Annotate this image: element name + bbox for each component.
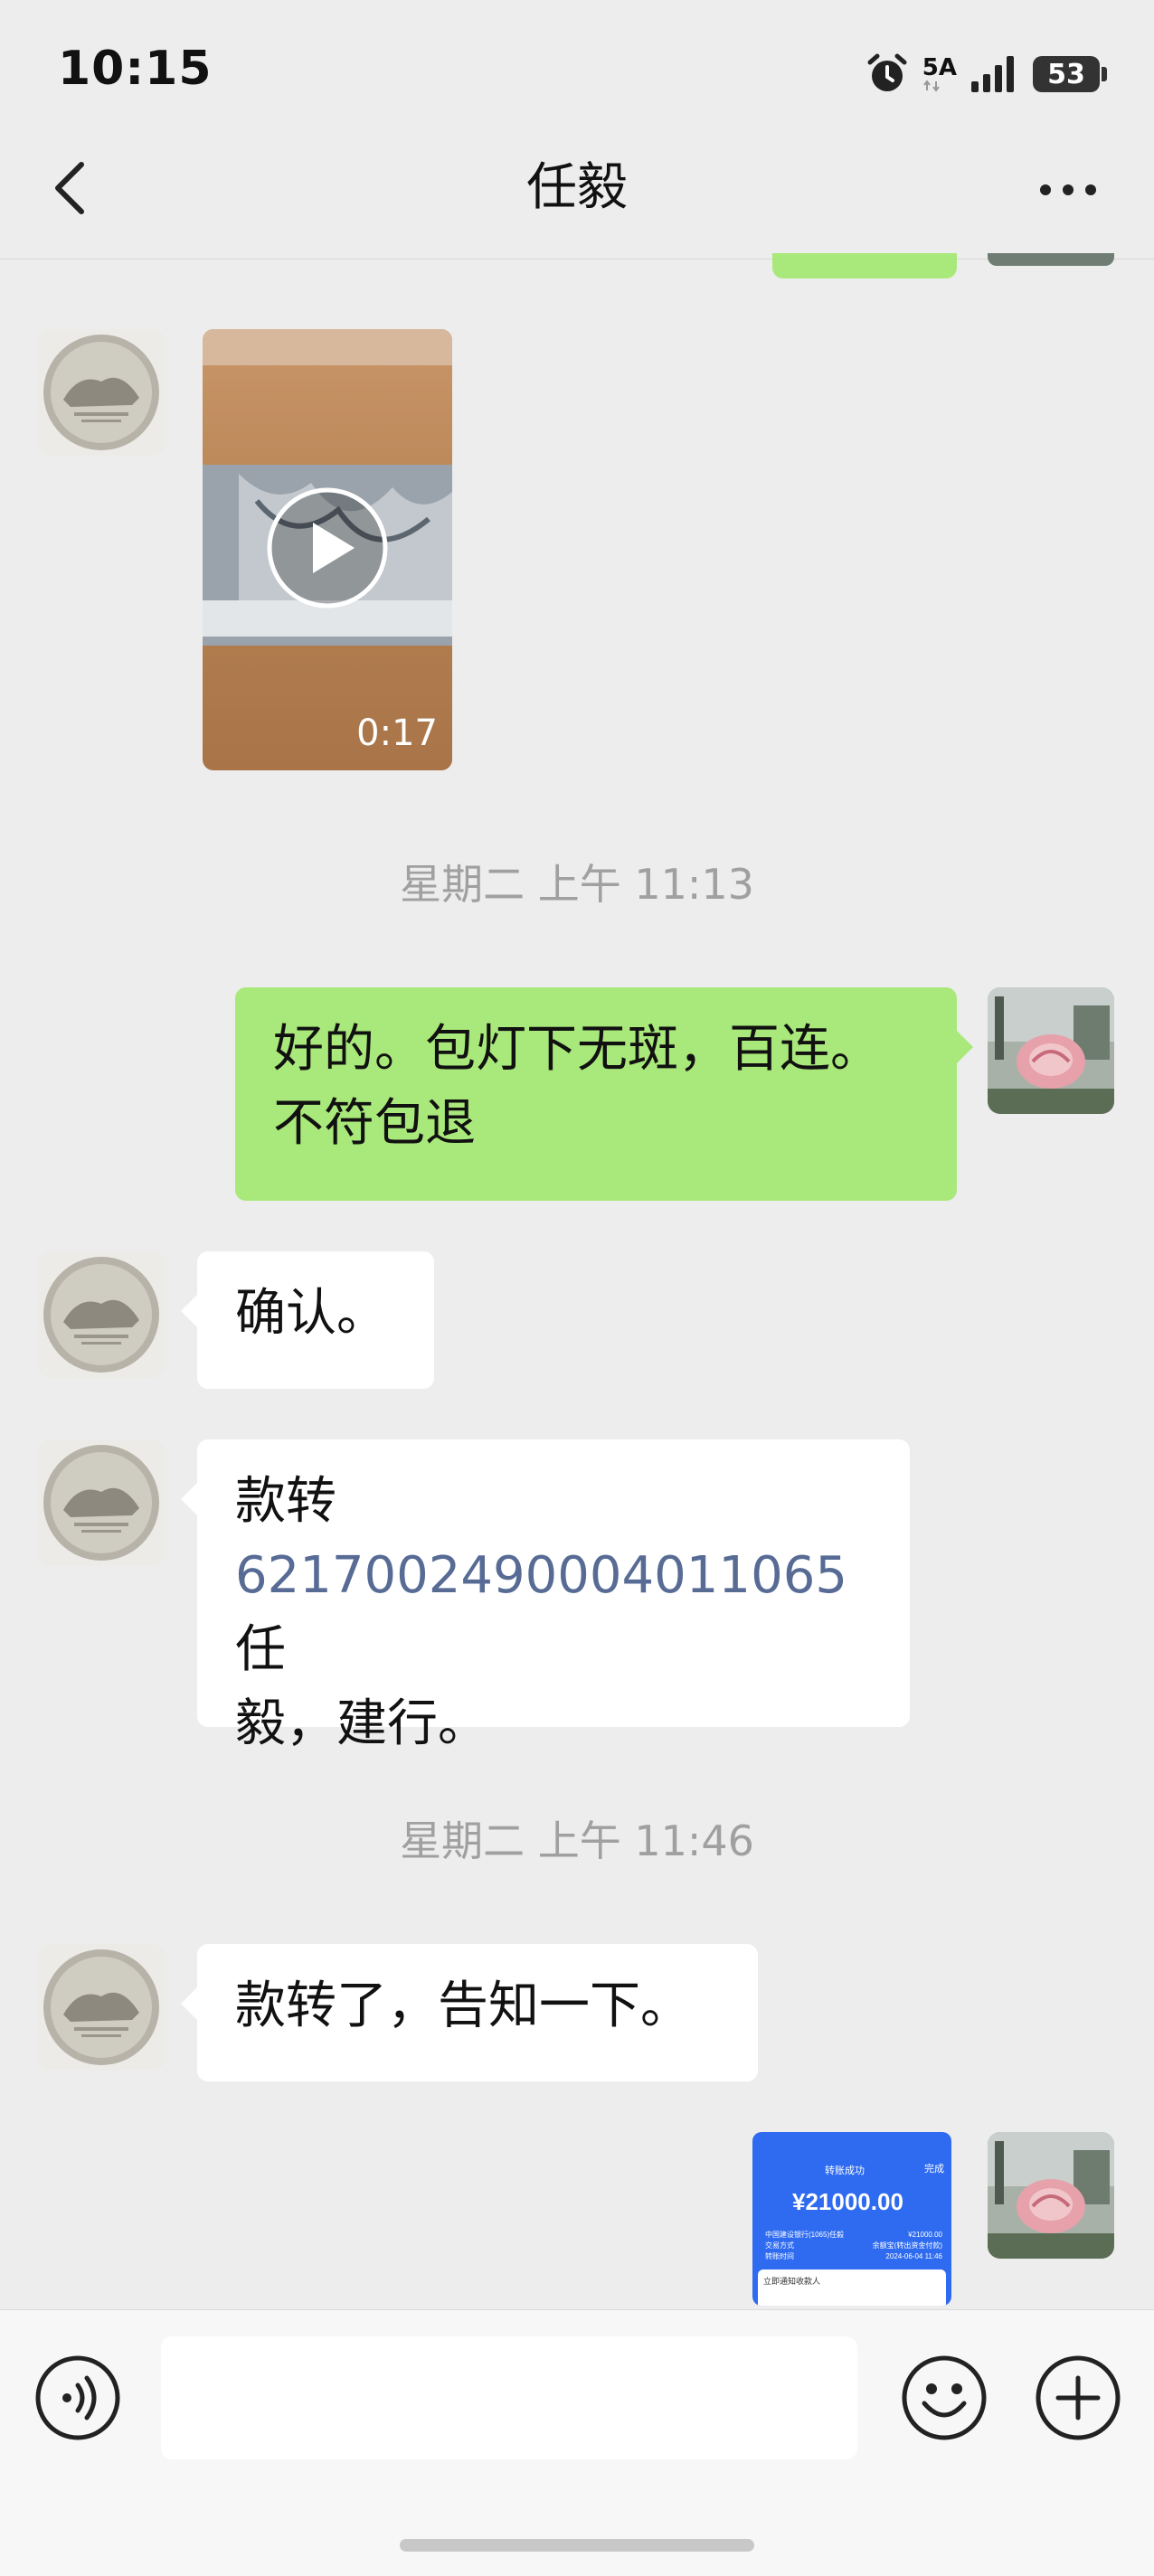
message-text: 毅，建行。 — [235, 1694, 488, 1753]
message-text: 任 — [235, 1620, 286, 1679]
previous-sent-bubble[interactable] — [772, 253, 957, 278]
notify-card: 立即通知收款人 — [758, 2269, 946, 2306]
transfer-status: 转账成功 — [825, 2166, 865, 2176]
chat-title: 任毅 — [526, 158, 628, 217]
detail-value: 2024-06-04 11:46 — [885, 2252, 942, 2260]
message-text: 确认。 — [235, 1284, 387, 1343]
status-time: 10:15 — [58, 42, 213, 96]
video-message[interactable]: 0:17 — [203, 329, 452, 770]
notify-label: 立即通知收款人 — [763, 2277, 821, 2286]
more-dots-icon[interactable] — [1036, 172, 1100, 208]
rose-avatar-image — [988, 987, 1114, 1114]
detail-label: 转账时间 — [765, 2252, 794, 2260]
detail-label: 交易方式 — [765, 2241, 794, 2250]
message-input[interactable] — [161, 2336, 857, 2459]
timestamp: 星期二 上午 11:13 — [400, 860, 754, 909]
emoji-icon[interactable] — [899, 2353, 989, 2443]
video-duration: 0:17 — [356, 712, 438, 754]
user-avatar[interactable] — [988, 987, 1114, 1114]
transfer-amount: ¥21000.00 — [792, 2188, 903, 2215]
contact-avatar[interactable] — [38, 1251, 165, 1378]
coin-avatar-image — [38, 1439, 165, 1566]
received-message-bubble[interactable]: 款转了，告知一下。 — [181, 1944, 758, 2081]
detail-value: 余额宝(转出资金付款) — [872, 2241, 942, 2250]
user-avatar[interactable] — [988, 2132, 1114, 2259]
contact-avatar[interactable] — [38, 1439, 165, 1566]
sent-message-bubble[interactable]: 好的。包灯下无斑，百连。 不符包退 — [235, 987, 973, 1201]
previous-user-avatar[interactable] — [988, 253, 1114, 266]
message-text: 好的。包灯下无斑，百连。 — [273, 1020, 881, 1079]
message-text: 款转 — [235, 1472, 336, 1531]
coin-avatar-image — [38, 1251, 165, 1378]
coin-avatar-image — [38, 1944, 165, 2071]
transfer-details: 中国建设银行(1065)任毅 ¥21000.00 交易方式 余额宝(转出资金付款) … — [765, 2230, 942, 2262]
received-message-bubble[interactable]: 款转 6217002490004011065 任 毅，建行。 — [181, 1439, 910, 1753]
transfer-done-label: 完成 — [924, 2164, 944, 2175]
detail-value: ¥21000.00 — [908, 2231, 942, 2239]
coin-avatar-image — [38, 329, 165, 456]
network-label: 5A — [922, 54, 957, 81]
received-message-bubble[interactable]: 确认。 — [181, 1251, 434, 1389]
contact-avatar[interactable] — [38, 1944, 165, 2071]
battery-level: 53 — [1047, 58, 1085, 90]
plus-icon[interactable] — [1033, 2353, 1123, 2443]
voice-icon[interactable] — [33, 2353, 123, 2443]
play-icon[interactable] — [264, 485, 391, 611]
message-text-line: 6217002490004011065 任 — [235, 1539, 872, 1687]
network-indicator: 5A — [922, 56, 957, 92]
status-icons: 5A 53 — [865, 47, 1107, 101]
rose-avatar-image — [988, 2132, 1114, 2259]
account-number-link[interactable]: 6217002490004011065 — [235, 1546, 847, 1605]
sent-image-message[interactable]: 转账成功 完成 ¥21000.00 中国建设银行(1065)任毅 ¥21000.0… — [752, 2132, 951, 2306]
timestamp: 星期二 上午 11:46 — [400, 1816, 754, 1865]
detail-label: 中国建设银行(1065)任毅 — [765, 2231, 845, 2239]
contact-avatar[interactable] — [38, 329, 165, 456]
message-text: 款转了，告知一下。 — [235, 1977, 691, 2035]
message-text: 不符包退 — [273, 1094, 476, 1153]
signal-icon — [971, 56, 1014, 92]
home-indicator[interactable] — [400, 2539, 754, 2552]
alarm-icon — [867, 53, 907, 91]
battery-icon: 53 — [1033, 56, 1107, 92]
data-arrows-icon — [922, 80, 940, 92]
